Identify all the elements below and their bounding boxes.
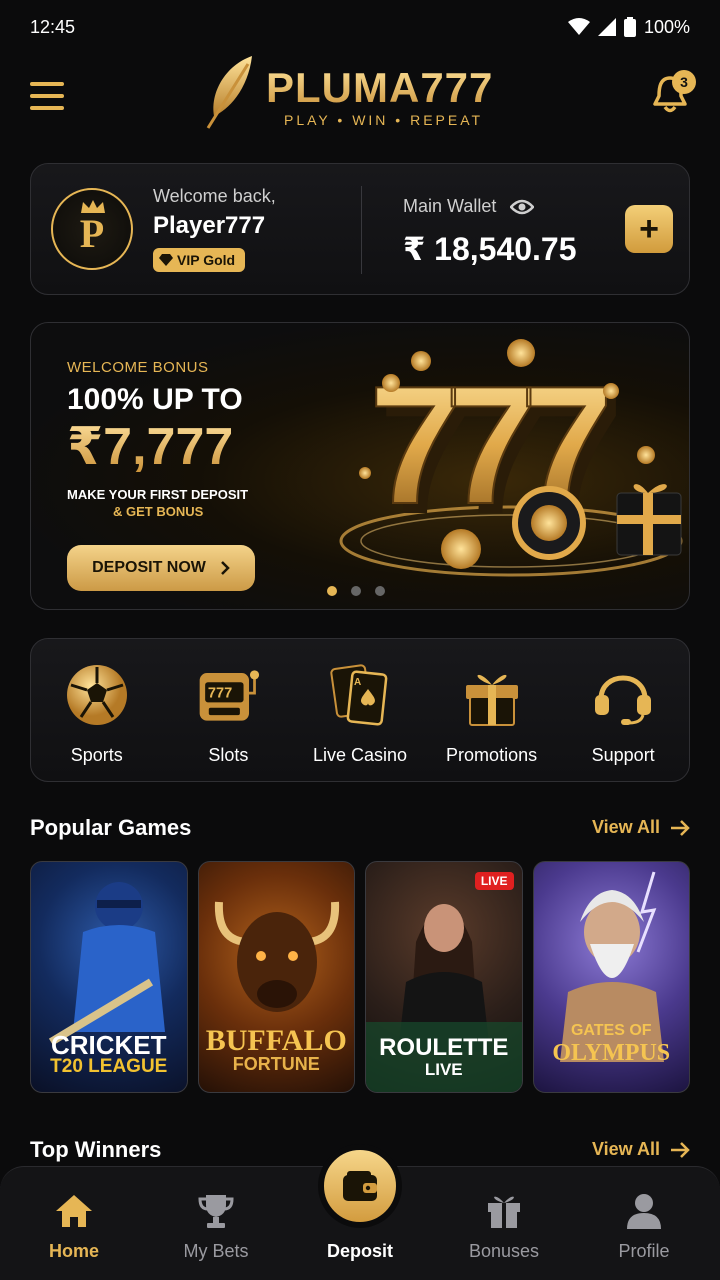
category-bar: Sports 777 Slots A Live Casino Promotion…	[30, 638, 690, 782]
game-card-cricket[interactable]: CRICKET T20 LEAGUE	[30, 861, 188, 1093]
signal-icon	[597, 18, 616, 36]
brand-logo[interactable]: PLUMA777 PLAY • WIN • REPEAT	[204, 54, 504, 134]
svg-text:A: A	[354, 677, 361, 688]
notifications-button[interactable]: 3	[652, 70, 696, 118]
wifi-icon	[567, 18, 590, 35]
status-icons: 100%	[567, 16, 690, 38]
nav-deposit-button[interactable]	[318, 1144, 402, 1228]
wallet-icon	[343, 1171, 377, 1201]
add-funds-button[interactable]: +	[625, 205, 673, 253]
user-icon	[627, 1194, 661, 1229]
game-title: ROULETTE	[379, 1034, 509, 1061]
player-name: Player777	[153, 212, 266, 239]
popular-games-title: Popular Games	[30, 815, 192, 840]
arrow-right-icon	[671, 819, 690, 836]
category-label: Promotions	[446, 745, 538, 765]
carousel-dot-1[interactable]	[327, 586, 337, 596]
banner-title: 100% UP TO	[67, 383, 243, 416]
welcome-text: Welcome back,	[153, 186, 276, 206]
chevron-right-icon	[221, 561, 230, 575]
wallet-label: Main Wallet	[403, 196, 497, 216]
view-all-label: View All	[591, 817, 660, 837]
nav-my-bets[interactable]: My Bets	[144, 1167, 288, 1280]
carousel-dot-2[interactable]	[351, 586, 361, 596]
banner-eyebrow: WELCOME BONUS	[67, 359, 209, 376]
gift-icon	[488, 1196, 520, 1228]
live-badge: LIVE	[474, 872, 514, 890]
status-bar: 12:45 100%	[0, 0, 720, 54]
battery-icon	[623, 17, 636, 37]
wallet-card: P Welcome back, Player777 VIP Gold Main …	[30, 163, 690, 295]
nav-home[interactable]: Home	[2, 1167, 146, 1280]
winners-view-all-link[interactable]: View All	[592, 1139, 690, 1160]
slot-machine-icon: 777	[200, 670, 260, 721]
game-subtitle: T20 LEAGUE	[50, 1056, 168, 1077]
brand-tagline: PLAY • WIN • REPEAT	[284, 112, 484, 128]
deposit-now-label: DEPOSIT NOW	[92, 559, 206, 576]
brand-name: PLUMA777	[266, 64, 494, 111]
category-slots[interactable]: 777 Slots	[163, 639, 295, 781]
category-support[interactable]: Support	[557, 639, 689, 781]
deposit-now-button[interactable]: DEPOSIT NOW	[67, 545, 255, 591]
avatar-letter: P	[79, 210, 105, 256]
divider	[361, 186, 362, 274]
game-card-gates-of-olympus[interactable]: GATES OF OLYMPUS	[532, 861, 690, 1093]
category-live-casino[interactable]: A Live Casino	[294, 639, 426, 781]
top-winners-title: Top Winners	[30, 1137, 162, 1162]
game-subtitle: LIVE	[424, 1060, 463, 1079]
nav-label: My Bets	[183, 1241, 249, 1261]
battery-level: 100%	[643, 16, 690, 37]
wallet-balance: ₹ 18,540.75	[403, 231, 577, 267]
nav-label: Bonuses	[468, 1241, 540, 1261]
nav-bonuses[interactable]: Bonuses	[432, 1167, 576, 1280]
popular-view-all-link[interactable]: View All	[592, 817, 690, 838]
category-label: Slots	[208, 745, 249, 765]
menu-button[interactable]	[30, 82, 64, 110]
category-promotions[interactable]: Promotions	[426, 639, 558, 781]
popular-games-list: CRICKET T20 LEAGUE BUFFALO FORTUNE LIVE …	[30, 861, 690, 1093]
menu-icon	[30, 82, 64, 86]
banner-subtitle-2: & GET BONUS	[113, 504, 204, 519]
banner-amount: ₹7,777	[67, 418, 234, 476]
game-subtitle: OLYMPUS	[552, 1040, 671, 1066]
game-title: BUFFALO	[205, 1024, 347, 1057]
category-label: Live Casino	[312, 745, 408, 765]
home-icon	[56, 1195, 92, 1227]
avatar[interactable]: P	[51, 188, 133, 270]
category-label: Support	[591, 745, 655, 765]
view-all-label: View All	[591, 1139, 660, 1159]
headset-icon	[595, 675, 652, 725]
nav-label: Home	[48, 1241, 99, 1261]
wallet-label-row: Main Wallet	[403, 196, 535, 217]
soccer-ball-icon	[66, 665, 127, 725]
arrow-right-icon	[671, 1141, 690, 1158]
nav-deposit-label: Deposit	[326, 1241, 393, 1261]
promo-banner[interactable]: WELCOME BONUS 100% UP TO ₹7,777 MAKE YOU…	[30, 322, 690, 610]
trophy-icon	[198, 1195, 234, 1228]
carousel-dots	[327, 586, 385, 596]
game-card-buffalo-fortune[interactable]: BUFFALO FORTUNE	[197, 861, 355, 1093]
feather-icon	[206, 56, 252, 129]
crown-icon	[81, 200, 105, 213]
diamond-icon	[159, 254, 173, 266]
eye-icon[interactable]	[510, 199, 535, 215]
game-subtitle: FORTUNE	[232, 1054, 320, 1074]
vip-badge: VIP Gold	[153, 248, 246, 272]
game-title: GATES OF	[570, 1022, 652, 1039]
jackpot-777-illustration: 777 777	[339, 339, 683, 577]
nav-label: Profile	[618, 1241, 670, 1261]
playing-cards-icon: A	[330, 664, 388, 726]
category-sports[interactable]: Sports	[31, 639, 163, 781]
notification-badge: 3	[672, 70, 696, 94]
clock: 12:45	[30, 16, 76, 37]
gift-box-icon	[465, 674, 518, 726]
svg-text:777: 777	[208, 686, 232, 702]
banner-subtitle-1: MAKE YOUR FIRST DEPOSIT	[67, 487, 249, 502]
app-header: PLUMA777 PLAY • WIN • REPEAT 3	[0, 54, 720, 150]
nav-profile[interactable]: Profile	[572, 1167, 716, 1280]
vip-label: VIP Gold	[177, 252, 236, 268]
category-label: Sports	[70, 745, 123, 765]
carousel-dot-3[interactable]	[375, 586, 385, 596]
game-card-roulette-live[interactable]: LIVE ROULETTE LIVE	[365, 861, 523, 1093]
